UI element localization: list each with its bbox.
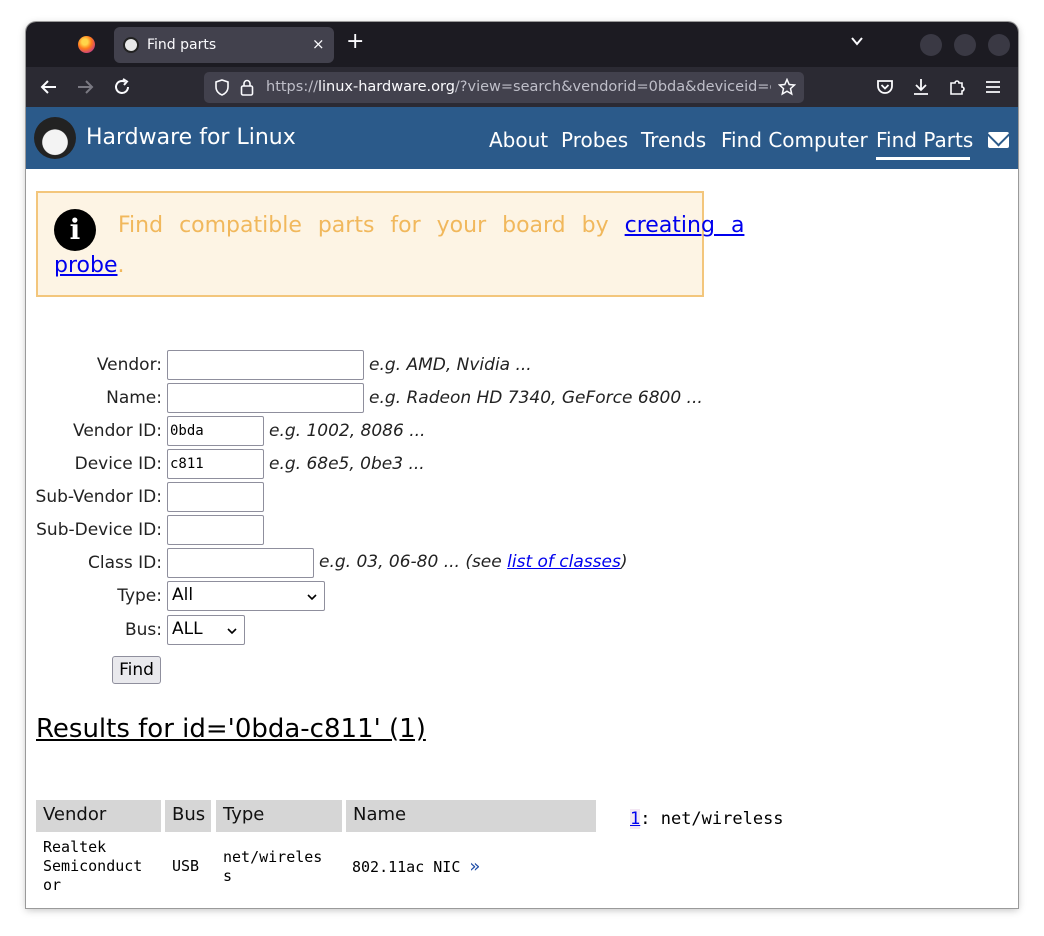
chevron-down-icon	[307, 594, 317, 601]
type-summary: 1: net/wireless	[630, 809, 784, 829]
cell-type: net/wireles s	[223, 848, 323, 885]
nav-toolbar: https://linux-hardware.org/?view=search&…	[26, 67, 1018, 107]
site-title[interactable]: Hardware for Linux	[86, 125, 296, 150]
penguin-logo-icon[interactable]	[34, 117, 76, 159]
url-bar[interactable]: https://linux-hardware.org/?view=search&…	[204, 72, 804, 103]
class-id-input[interactable]	[167, 548, 314, 578]
probe-link[interactable]: probe	[54, 253, 118, 278]
sub-device-id-input[interactable]	[167, 515, 264, 545]
site-favicon-icon	[123, 37, 139, 53]
nav-find-parts[interactable]: Find Parts	[876, 128, 973, 152]
info-notice: i Find compatible parts for your board b…	[36, 191, 744, 297]
vendor-label: Vendor:	[96, 355, 162, 375]
vendor-hint: e.g. AMD, Nvidia ...	[369, 355, 532, 375]
class-id-label: Class ID:	[88, 553, 162, 573]
column-header-bus: Bus	[165, 800, 211, 832]
results-heading: Results for id='0bda-c811' (1)	[36, 714, 426, 744]
vendor-input[interactable]	[167, 350, 364, 380]
nav-trends[interactable]: Trends	[641, 128, 706, 152]
bus-select[interactable]: ALL	[167, 615, 245, 645]
info-icon: i	[54, 209, 96, 251]
bus-label: Bus:	[124, 620, 162, 640]
bus-selected-value: ALL	[172, 619, 203, 639]
back-arrow-icon[interactable]	[38, 76, 60, 98]
chevron-down-icon[interactable]	[850, 34, 864, 48]
vendor-id-input[interactable]	[167, 416, 264, 446]
column-header-vendor: Vendor	[36, 800, 161, 832]
device-details-link[interactable]: »	[469, 856, 480, 877]
url-text[interactable]: https://linux-hardware.org/?view=search&…	[266, 79, 771, 95]
lock-icon[interactable]	[240, 79, 254, 96]
maximize-button[interactable]	[954, 34, 976, 56]
cell-bus: USB	[172, 857, 200, 875]
download-icon[interactable]	[910, 76, 932, 98]
bookmark-star-icon[interactable]	[778, 78, 796, 96]
minimize-button[interactable]	[920, 34, 942, 56]
device-id-hint: e.g. 68e5, 0be3 ...	[269, 454, 425, 474]
browser-window: Find parts × + https://linux-hardware.or…	[26, 22, 1018, 908]
info-text: Find compatible parts for your board by …	[118, 213, 745, 238]
new-tab-button[interactable]: +	[346, 31, 364, 53]
column-header-type: Type	[216, 800, 342, 832]
nav-probes[interactable]: Probes	[561, 128, 628, 152]
menu-icon[interactable]	[982, 76, 1004, 98]
active-nav-indicator	[876, 157, 970, 160]
list-of-classes-link[interactable]: list of classes	[507, 552, 621, 572]
vendor-id-hint: e.g. 1002, 8086 ...	[269, 421, 426, 441]
type-label: Type:	[117, 586, 162, 606]
info-text-continued: probe.	[54, 253, 125, 278]
pocket-icon[interactable]	[874, 76, 896, 98]
cell-name: 802.11ac NIC »	[352, 856, 481, 877]
nav-about[interactable]: About	[489, 128, 548, 152]
extensions-icon[interactable]	[946, 76, 968, 98]
name-label: Name:	[106, 388, 162, 408]
device-id-label: Device ID:	[74, 454, 162, 474]
sub-device-id-label: Sub-Device ID:	[36, 520, 162, 540]
cell-vendor: Realtek Semiconduct or	[43, 838, 143, 894]
type-selected-value: All	[172, 585, 194, 605]
column-header-name: Name	[346, 800, 596, 832]
vendor-id-label: Vendor ID:	[73, 421, 162, 441]
nav-find-computer[interactable]: Find Computer	[721, 128, 868, 152]
type-select[interactable]: All	[167, 581, 325, 611]
tab-close-icon[interactable]: ×	[312, 35, 325, 53]
find-button[interactable]: Find	[112, 656, 161, 684]
name-input[interactable]	[167, 383, 364, 413]
sub-vendor-id-label: Sub-Vendor ID:	[35, 487, 162, 507]
sub-vendor-id-input[interactable]	[167, 482, 264, 512]
tab-find-parts[interactable]: Find parts ×	[114, 27, 334, 63]
mail-icon[interactable]	[988, 132, 1009, 148]
type-count-link[interactable]: 1	[630, 809, 641, 829]
name-hint: e.g. Radeon HD 7340, GeForce 6800 ...	[369, 388, 703, 408]
forward-arrow-icon[interactable]	[74, 76, 96, 98]
shield-icon[interactable]	[214, 79, 230, 96]
tab-title: Find parts	[147, 37, 217, 53]
chevron-down-icon	[227, 628, 237, 635]
close-window-button[interactable]	[988, 34, 1010, 56]
page-content: Hardware for Linux About Probes Trends F…	[26, 107, 1018, 908]
reload-icon[interactable]	[111, 76, 133, 98]
class-id-hint: e.g. 03, 06-80 ... (see list of classes)	[319, 552, 628, 572]
site-header: Hardware for Linux About Probes Trends F…	[26, 107, 1018, 169]
creating-probe-link[interactable]: creating a	[625, 213, 745, 238]
tab-strip: Find parts × +	[26, 22, 1018, 67]
device-id-input[interactable]	[167, 449, 264, 479]
firefox-icon[interactable]	[78, 36, 95, 53]
